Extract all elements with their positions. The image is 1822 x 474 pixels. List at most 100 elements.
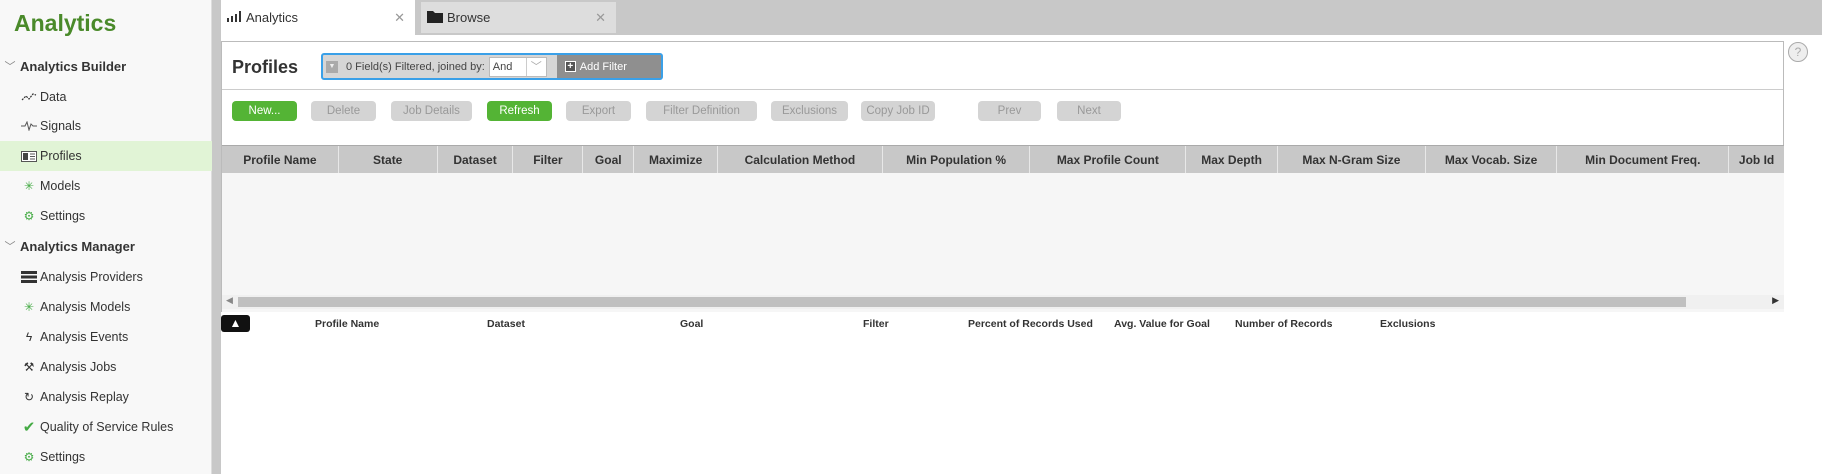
sidebar-item-signals[interactable]: Signals [0,111,212,141]
column-header[interactable]: Max Depth [1186,146,1278,173]
details-column: Percent of Records Used [968,318,1093,330]
details-column: Goal [680,318,704,330]
sidebar-item-analysis-providers[interactable]: Analysis Providers [0,262,212,292]
sidebar-item-analysis-events[interactable]: ϟ Analysis Events [0,322,212,352]
collapse-details-button[interactable]: ▲ [221,315,250,332]
horizontal-scrollbar[interactable]: ◀ ▶ [222,295,1784,309]
replay-icon: ↻ [23,390,35,404]
section-analytics-manager[interactable]: ﹀ Analytics Manager [0,231,212,261]
prev-button[interactable]: Prev [978,101,1041,121]
add-filter-label: Add Filter [579,60,627,73]
tab-browse[interactable]: Browse ✕ [421,2,616,33]
sidebar-item-label: Analysis Jobs [40,360,117,374]
new-button[interactable]: New... [232,101,297,121]
help-icon[interactable]: ? [1788,42,1808,62]
add-filter-button[interactable]: + Add Filter [556,55,661,78]
server-icon [20,270,38,284]
sidebar-item-analysis-models[interactable]: ✳ Analysis Models [0,292,212,322]
column-header[interactable]: Profile Name [222,146,339,173]
sidebar-item-profiles[interactable]: Profiles [0,141,212,171]
column-header[interactable]: Max Profile Count [1030,146,1187,173]
column-header[interactable]: Maximize [634,146,719,173]
refresh-button[interactable]: Refresh [487,101,552,121]
details-column: Number of Records [1235,318,1333,330]
analytics-chart-icon [227,10,243,25]
lightning-icon: ϟ [25,330,33,344]
copy-job-id-button[interactable]: Copy Job ID [861,101,935,121]
column-header[interactable]: Max Vocab. Size [1426,146,1558,173]
details-column: Avg. Value for Goal [1114,318,1210,330]
details-column: Dataset [487,318,525,330]
export-button[interactable]: Export [566,101,631,121]
models-icon: ✳ [23,300,35,314]
sidebar-item-label: Data [40,90,67,104]
sidebar-item-analysis-replay[interactable]: ↻ Analysis Replay [0,382,212,412]
column-header[interactable]: Min Population % [883,146,1031,173]
sidebar-item-models[interactable]: ✳ Models [0,171,212,201]
details-column: Profile Name [315,318,380,330]
tab-label: Analytics [246,10,299,25]
close-icon[interactable]: ✕ [394,10,405,26]
sidebar-item-label: Models [40,179,81,193]
sidebar-item-settings[interactable]: ⚙ Settings [0,201,212,231]
close-icon[interactable]: ✕ [595,10,606,26]
column-header[interactable]: Calculation Method [718,146,883,173]
column-header[interactable]: Dataset [438,146,514,173]
tab-analytics[interactable]: Analytics ✕ [221,0,415,35]
join-select[interactable]: And ﹀ [488,56,547,77]
sidebar-item-label: Quality of Service Rules [40,420,174,434]
sidebar-item-label: Signals [40,119,81,133]
sidebar-item-manager-settings[interactable]: ⚙ Settings [0,442,212,472]
details-column: Exclusions [1380,318,1436,330]
signals-icon [20,119,38,133]
plus-icon: + [564,61,576,72]
sidebar: Analytics ﹀ Analytics Builder Data Signal… [0,0,212,474]
app-title: Analytics [14,10,117,36]
sidebar-item-label: Settings [40,209,86,223]
data-icon [20,90,38,104]
sidebar-item-quality-of-service-rules[interactable]: ✔ Quality of Service Rules [0,412,212,442]
sidebar-item-label: Analysis Models [40,300,131,314]
page-title: Profiles [232,57,299,77]
chevron-down-icon: ﹀ [4,241,16,253]
column-header[interactable]: Goal [583,146,635,173]
delete-button[interactable]: Delete [311,101,376,121]
sidebar-item-analysis-jobs[interactable]: ⚒ Analysis Jobs [0,352,212,382]
section-label: Analytics Builder [20,58,127,74]
filter-bar: ▼ 0 Field(s) Filtered, joined by: And ﹀ +… [321,53,663,80]
models-icon: ✳ [23,179,35,193]
grid-header: Profile Name State Dataset Filter Goal M… [222,146,1784,173]
tab-label: Browse [447,10,491,25]
next-button[interactable]: Next [1057,101,1121,121]
gear-icon: ⚙ [23,209,35,223]
sidebar-item-data[interactable]: Data [0,82,212,112]
scroll-right-icon[interactable]: ▶ [1772,295,1779,306]
sidebar-splitter[interactable] [212,0,221,474]
profiles-grid: Profile Name State Dataset Filter Goal M… [222,145,1784,312]
sidebar-item-label: Profiles [40,149,82,163]
scroll-left-icon[interactable]: ◀ [226,295,233,306]
filter-expand-icon[interactable]: ▼ [326,60,338,73]
scrollbar-thumb[interactable] [238,297,1686,307]
tab-bar: Analytics ✕ Browse ✕ [221,0,1822,35]
section-label: Analytics Manager [20,238,135,254]
sidebar-item-label: Analysis Events [40,330,129,344]
check-icon: ✔ [22,419,36,436]
section-analytics-builder[interactable]: ﹀ Analytics Builder [0,51,212,81]
chevron-up-icon: ▲ [229,316,242,330]
column-header[interactable]: State [339,146,438,173]
profiles-panel: Profiles ▼ 0 Field(s) Filtered, joined b… [221,41,1784,312]
exclusions-button[interactable]: Exclusions [771,101,848,121]
filter-summary: 0 Field(s) Filtered, joined by: [346,60,485,73]
sidebar-item-label: Analysis Providers [40,270,143,284]
tools-icon: ⚒ [23,360,35,374]
column-header[interactable]: Max N-Gram Size [1278,146,1426,173]
filter-definition-button[interactable]: Filter Definition [646,101,757,121]
chevron-down-icon: ﹀ [4,61,16,73]
column-header[interactable]: Filter [513,146,584,173]
sidebar-item-label: Analysis Replay [40,390,129,404]
column-header[interactable]: Job Id [1729,146,1784,173]
job-details-button[interactable]: Job Details [391,101,472,121]
join-value: And [492,60,513,73]
column-header[interactable]: Min Document Freq. [1557,146,1730,173]
